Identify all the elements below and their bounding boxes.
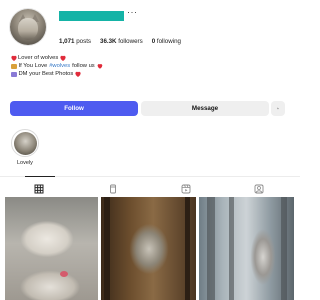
profile-stats: 1,071 posts 36.3K followers 0 following [59, 38, 181, 45]
tree-trunk [104, 197, 110, 300]
wolf-tongue [60, 271, 68, 277]
tab-tagged[interactable] [254, 181, 264, 194]
wolf-emoji-icon [11, 63, 17, 70]
following-label: following [156, 38, 181, 45]
more-dots-icon[interactable]: ··· [127, 7, 138, 17]
add-user-icon [277, 107, 279, 110]
bio-line-2-suffix: follow us [72, 63, 95, 70]
tab-posts[interactable] [34, 181, 44, 194]
highlight-cover-image [13, 131, 37, 155]
highlight-label: Lovely [17, 160, 33, 166]
add-user-button[interactable] [271, 101, 285, 116]
grid-photo-2[interactable] [101, 197, 196, 300]
tree-trunk [185, 197, 190, 300]
username-redacted [59, 11, 124, 21]
follow-button[interactable]: Follow [10, 101, 138, 116]
grid-photo-1[interactable] [5, 197, 98, 300]
followers-count[interactable]: 36.3K followers [100, 38, 143, 45]
tab-reels[interactable] [108, 181, 118, 194]
heart-icon [75, 72, 80, 77]
following-count[interactable]: 0 following [152, 38, 181, 45]
tree-trunk [229, 197, 234, 300]
tab-guides[interactable] [181, 181, 191, 194]
heart-icon [11, 56, 16, 61]
tree-trunk [281, 197, 287, 300]
reels-icon [110, 184, 116, 194]
tree-trunk [207, 197, 215, 300]
wolf-head [18, 18, 38, 40]
profile-avatar[interactable] [10, 9, 46, 45]
grid-icon [34, 184, 44, 194]
bio-line-1: Lover of wolves [11, 54, 102, 62]
bio-line-3: DM your Best Photos [11, 70, 102, 78]
heart-icon [97, 64, 102, 69]
hashtag-link[interactable]: #wolves [49, 62, 70, 70]
bio-line-3-text: DM your Best Photos [18, 71, 74, 78]
bio-line-2-prefix: If You Love [18, 63, 48, 70]
following-value: 0 [151, 38, 156, 45]
posts-label: posts [76, 38, 92, 45]
posts-count: 1,071 posts [59, 38, 91, 45]
bio-line-1-text: Lover of wolves [18, 55, 59, 61]
highlight-lovely[interactable] [11, 129, 39, 157]
tagged-icon [254, 184, 264, 194]
followers-label: followers [118, 38, 143, 45]
profile-bio: Lover of wolves If You Love #wolves foll… [11, 54, 102, 79]
guide-icon [181, 184, 191, 194]
grid-photo-3[interactable] [199, 197, 294, 300]
followers-value: 36.3K [100, 38, 117, 45]
message-button[interactable]: Message [141, 101, 269, 116]
camera-emoji-icon [11, 71, 17, 78]
active-tab-indicator [25, 176, 55, 177]
bio-line-2: If You Love #wolves follow us [11, 62, 102, 70]
heart-icon [60, 56, 65, 61]
posts-value: 1,071 [59, 38, 75, 45]
